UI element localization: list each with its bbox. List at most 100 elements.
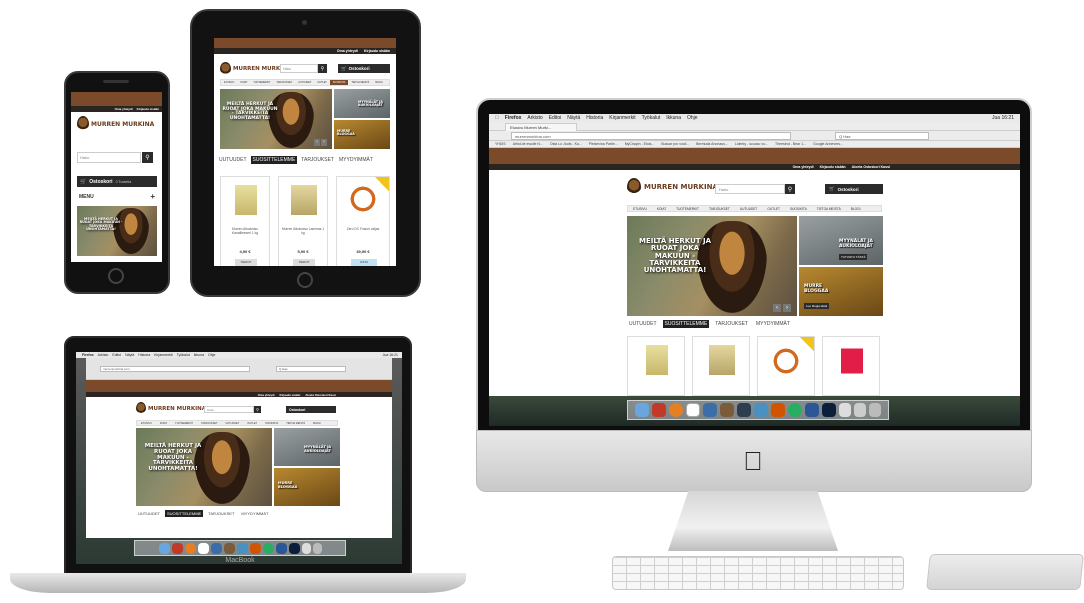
- tab-tarjoukset[interactable]: TARJOUKSET: [206, 510, 236, 517]
- link-oma-yhteydi[interactable]: Oma yhteydi: [115, 107, 133, 111]
- spotify-icon[interactable]: [262, 542, 274, 554]
- menu-kirjanmerkit[interactable]: Kirjanmerkit: [609, 115, 635, 121]
- nav-suosikita[interactable]: SUOSIKITA: [261, 421, 282, 425]
- tab-uutuudet[interactable]: UUTUUDET: [218, 156, 248, 164]
- menu-ohje[interactable]: Ohje: [208, 353, 215, 357]
- bookmark-item[interactable]: Buscar por vocil...: [661, 142, 689, 146]
- nav-outlet[interactable]: OUTLET: [314, 80, 329, 85]
- link-kirjaudu[interactable]: Kirjaudu sisään: [280, 393, 301, 397]
- nav-etusivu[interactable]: ETUSIVU: [137, 421, 156, 425]
- tab-uutuudet[interactable]: UUTUUDET: [136, 510, 162, 517]
- word-icon[interactable]: [805, 403, 819, 417]
- bookmark-item[interactable]: Liderky - scuuso vo...: [735, 142, 768, 146]
- preview-icon[interactable]: [210, 542, 222, 554]
- nav-tarjoukset[interactable]: TARJOUKSET: [274, 80, 296, 85]
- tab-myydyimmat[interactable]: MYYDYIMMÄT: [338, 156, 374, 164]
- nav-uutuudet[interactable]: UUTUUDET: [221, 421, 243, 425]
- product-name[interactable]: Murren Aikuisnisu Kanafileeseri 1 kg: [221, 227, 269, 235]
- photoshop-icon[interactable]: [288, 542, 300, 554]
- tab-suosittelemme[interactable]: SUOSITTELEMME: [250, 156, 298, 164]
- side-banner-blog[interactable]: MURRE BLOGGAA: [274, 468, 340, 506]
- nav-suosikita[interactable]: SUOSIKITA: [329, 80, 349, 85]
- document-icon[interactable]: [854, 403, 866, 417]
- firefox-icon[interactable]: [184, 542, 196, 554]
- photoshop-icon[interactable]: [822, 403, 836, 417]
- product-card[interactable]: Zero DC Fusion valjas 39,90 € OSTA: [336, 176, 390, 266]
- app-icon[interactable]: [223, 542, 235, 554]
- ipad-home-button[interactable]: [297, 272, 313, 288]
- nav-uutuudet[interactable]: UUTUUDET: [295, 80, 314, 85]
- menu-ikkuna[interactable]: Ikkuna: [194, 353, 204, 357]
- nav-uutuudet[interactable]: UUTUUDET: [735, 206, 763, 211]
- nav-tietoa[interactable]: TIETOA MEISTÄ: [348, 80, 372, 85]
- search-button[interactable]: ⚲: [142, 152, 153, 163]
- app-icon[interactable]: [236, 542, 248, 554]
- side-banner-blog[interactable]: MURRE BLOGGAA Lue blogia tästä: [799, 267, 883, 316]
- bookmark-item[interactable]: YHDIS: [495, 142, 506, 146]
- nav-outlet[interactable]: OUTLET: [762, 206, 785, 211]
- search-input[interactable]: Haku: [77, 152, 141, 163]
- preview-icon[interactable]: [703, 403, 717, 417]
- nav-tuotemerkit[interactable]: TUOTEMERKIT: [250, 80, 273, 85]
- menu-firefox[interactable]: Firefox: [82, 353, 94, 357]
- search-input[interactable]: Haku: [280, 64, 318, 73]
- nav-blogi[interactable]: BLOGI: [309, 421, 325, 425]
- bookmark-item[interactable]: Pleisevina Partie...: [589, 142, 618, 146]
- tab-tarjoukset[interactable]: TARJOUKSET: [300, 156, 335, 164]
- nav-tietoa[interactable]: TIETOA MEISTÄ: [282, 421, 309, 425]
- popcorn-icon[interactable]: [771, 403, 785, 417]
- menu-kirjanmerkit[interactable]: Kirjanmerkit: [154, 353, 172, 357]
- product-button[interactable]: OSTA: [351, 259, 377, 266]
- product-card[interactable]: Murren Aikuisnisu Lammas 1 kg 5,90 € TIE…: [278, 176, 328, 266]
- search-button[interactable]: ⚲: [318, 64, 327, 73]
- link-aloeta[interactable]: Aloeta Ostoskori Kassi: [852, 165, 890, 169]
- url-bar[interactable]: murrenmurkina.com: [100, 366, 250, 372]
- search-input[interactable]: Haku: [715, 184, 785, 194]
- link-kirjaudu[interactable]: Kirjaudu sisään: [364, 49, 390, 53]
- filezilla-icon[interactable]: [171, 542, 183, 554]
- product-name[interactable]: Zero DC Fusion valjas: [337, 227, 389, 231]
- product-card[interactable]: Murren Aikuisnisu Kanafileeseri 1 kg 4,9…: [220, 176, 270, 266]
- hero-next-arrow[interactable]: ›: [321, 139, 327, 146]
- browser-tab[interactable]: Etusivu Murren Murki...: [505, 123, 577, 131]
- nav-tarjoukset[interactable]: TARJOUKSET: [197, 421, 221, 425]
- site-logo[interactable]: MURREN MURKINA: [627, 178, 718, 196]
- finder-icon[interactable]: [635, 403, 649, 417]
- bookmark-item[interactable]: Theestrut - Bear 1...: [775, 142, 806, 146]
- menu-historia[interactable]: Historia: [138, 353, 150, 357]
- menu-nayta[interactable]: Näytä: [567, 115, 580, 121]
- bookmark-item[interactable]: Artist.de ewolle N...: [513, 142, 543, 146]
- site-logo[interactable]: MURREN MURKINA: [77, 116, 154, 132]
- nav-tuotemerkit[interactable]: TUOTEMERKIT: [171, 421, 197, 425]
- spotify-icon[interactable]: [788, 403, 802, 417]
- nav-etusivu[interactable]: ETUSIVU: [628, 206, 652, 211]
- browser-search-input[interactable]: Q Hae: [276, 366, 346, 372]
- link-kirjaudu[interactable]: Kirjaudu sisään: [137, 107, 159, 111]
- hero-banner[interactable]: MEILTÄ HERKUT JA RUOAT JOKA MAKUUN - TAR…: [220, 89, 332, 149]
- bookmark-item[interactable]: Osta Lo Jouts - Ka...: [550, 142, 582, 146]
- hero-next-arrow[interactable]: ›: [783, 304, 791, 312]
- menu-tyokalut[interactable]: Työkalut: [177, 353, 190, 357]
- tab-tarjoukset[interactable]: TARJOUKSET: [713, 320, 750, 328]
- popcorn-icon[interactable]: [249, 542, 261, 554]
- side-banner-stores[interactable]: MYYNÄLÄT JA AUKIOLOAJAT TUTUSTU TÄSTÄ: [799, 216, 883, 265]
- tab-suosittelemme[interactable]: SUOSITTELEMME: [662, 320, 710, 328]
- filezilla-icon[interactable]: [652, 403, 666, 417]
- site-logo[interactable]: MURREN MURKINA: [136, 402, 206, 415]
- side-banner-blog-link[interactable]: Lue blogia tästä: [804, 303, 830, 309]
- bookmark-item[interactable]: Google Annevers...: [813, 142, 843, 146]
- product-card[interactable]: [692, 336, 750, 396]
- nav-blogi[interactable]: BLOGI: [846, 206, 866, 211]
- menu-arkisto[interactable]: Arkisto: [527, 115, 542, 121]
- hero-banner[interactable]: MEILTÄ HERKUT JA RUOAT JOKA MAKUUN - TAR…: [77, 206, 157, 256]
- product-name[interactable]: Murren Aikuisnisu Lammas 1 kg: [279, 227, 327, 235]
- word-icon[interactable]: [275, 542, 287, 554]
- search-button[interactable]: ⚲: [254, 406, 261, 413]
- tab-suosittelemme[interactable]: SUOSITTELEMME: [165, 510, 204, 517]
- document-icon[interactable]: [301, 542, 311, 554]
- nav-etusivu[interactable]: ETUSIVU: [221, 80, 237, 85]
- iphone-home-button[interactable]: [108, 268, 124, 284]
- nav-suosikita[interactable]: SUOSIKITA: [785, 206, 812, 211]
- menu-historia[interactable]: Historia: [586, 115, 603, 121]
- menu-arkisto[interactable]: Arkisto: [98, 353, 109, 357]
